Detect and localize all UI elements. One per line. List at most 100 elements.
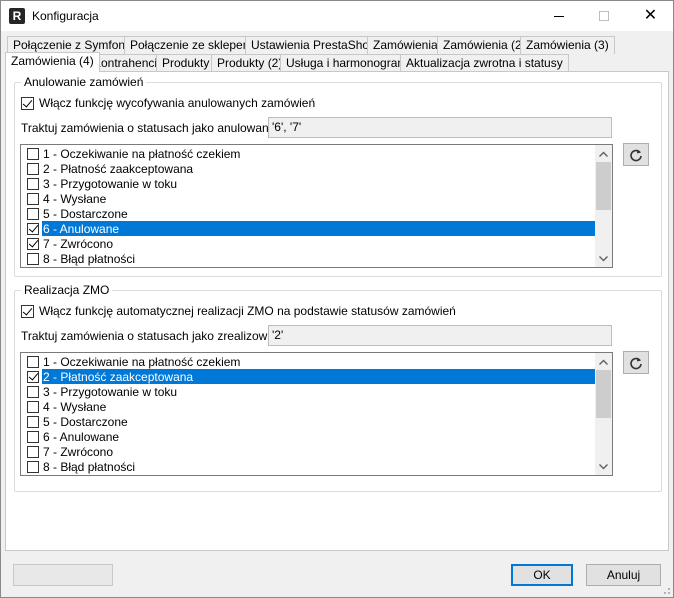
list-item[interactable]: 2 - Płatność zaakceptowana [22, 369, 193, 384]
checkbox-icon[interactable] [27, 400, 39, 413]
cancel-enable-label: Włącz funkcję wycofywania anulowanych za… [39, 96, 316, 110]
checkbox-icon[interactable] [27, 162, 39, 175]
list-item[interactable]: 8 - Błąd płatności [22, 459, 135, 474]
list-item-label: 3 - Przygotowanie w toku [43, 384, 178, 399]
maximize-button[interactable] [581, 1, 626, 31]
checkbox-checked-icon[interactable] [27, 222, 39, 235]
checkbox-icon[interactable] [27, 207, 39, 220]
zmo-enable-checkbox[interactable]: Włącz funkcję automatycznej realizacji Z… [21, 304, 456, 318]
checkbox-checked-icon[interactable] [27, 237, 39, 250]
list-item[interactable]: 6 - Anulowane [22, 221, 119, 236]
selection-highlight [42, 221, 595, 236]
checkbox-icon[interactable] [27, 192, 39, 205]
list-scrollbar[interactable] [595, 145, 612, 267]
minimize-button[interactable] [536, 1, 581, 31]
refresh-icon [630, 357, 642, 369]
list-item[interactable]: 1 - Oczekiwanie na płatność czekiem [22, 146, 240, 161]
cancel-orders-group: Anulowanie zamówień Włącz funkcję wycofy… [14, 75, 662, 277]
title-bar[interactable]: R Konfiguracja ✕ [1, 1, 673, 31]
checkbox-icon[interactable] [27, 460, 39, 473]
list-item[interactable]: 2 - Płatność zaakceptowana [22, 161, 193, 176]
list-item[interactable]: 6 - Anulowane [22, 429, 119, 444]
tab-produkty-2[interactable]: Produkty (2) [211, 54, 289, 72]
list-item[interactable]: 8 - Błąd płatności [22, 251, 135, 266]
checkbox-icon[interactable] [27, 415, 39, 428]
tab-polaczenie-sklep[interactable]: Połączenie ze sklepem [124, 36, 259, 54]
list-item[interactable]: 4 - Wysłane [22, 191, 106, 206]
list-item[interactable]: 5 - Dostarczone [22, 206, 128, 221]
list-item-label: 3 - Przygotowanie w toku [43, 176, 178, 191]
checkbox-icon[interactable] [27, 385, 39, 398]
checkbox-icon[interactable] [27, 252, 39, 265]
checkbox-checked-icon [21, 304, 34, 318]
list-item[interactable]: 5 - Dostarczone [22, 414, 128, 429]
list-item-label: 1 - Oczekiwanie na płatność czekiem [43, 354, 241, 369]
cancel-refresh-button[interactable] [623, 143, 649, 166]
close-button[interactable]: ✕ [628, 1, 673, 31]
resize-grip-icon[interactable] [661, 585, 671, 595]
tab-panel: Anulowanie zamówień Włącz funkcję wycofy… [5, 71, 669, 551]
refresh-icon [630, 149, 642, 161]
list-item-label: 7 - Zwrócono [43, 236, 114, 251]
zmo-status-list[interactable]: 1 - Oczekiwanie na płatność czekiem 2 - … [20, 352, 613, 476]
disabled-button [13, 564, 113, 586]
list-item-label: 5 - Dostarczone [43, 414, 128, 429]
list-item-label: 4 - Wysłane [43, 191, 107, 206]
cancel-button[interactable]: Anuluj [586, 564, 661, 586]
cancel-statuses-field[interactable]: '6', '7' [268, 117, 612, 138]
zmo-refresh-button[interactable] [623, 351, 649, 374]
minimize-icon [553, 15, 564, 17]
list-item[interactable]: 4 - Wysłane [22, 399, 106, 414]
list-item-label: 7 - Zwrócono [43, 444, 114, 459]
tab-aktualizacja-zwrotna[interactable]: Aktualizacja zwrotna i statusy [400, 54, 569, 72]
checkbox-checked-icon[interactable] [27, 370, 39, 383]
scroll-up-icon[interactable] [595, 145, 612, 162]
ok-button[interactable]: OK [511, 564, 573, 586]
list-item-label: 8 - Błąd płatności [43, 251, 136, 266]
cancel-status-list[interactable]: 1 - Oczekiwanie na płatność czekiem 2 - … [20, 144, 613, 268]
tab-produkty[interactable]: Produkty [156, 54, 216, 72]
config-window: R Konfiguracja ✕ Połączenie z Symfonią P… [0, 0, 674, 598]
list-item[interactable]: 7 - Zwrócono [22, 444, 113, 459]
cancel-statuses-label: Traktuj zamówienia o statusach jako anul… [21, 121, 279, 135]
checkbox-icon[interactable] [27, 430, 39, 443]
zmo-group: Realizacja ZMO Włącz funkcję automatyczn… [14, 283, 662, 492]
maximize-icon [598, 11, 609, 21]
checkbox-icon[interactable] [27, 355, 39, 368]
list-item-label: 2 - Płatność zaakceptowana [43, 369, 194, 384]
list-item-label: 5 - Dostarczone [43, 206, 128, 221]
cancel-enable-checkbox[interactable]: Włącz funkcję wycofywania anulowanych za… [21, 96, 315, 110]
list-item-label: 1 - Oczekiwanie na płatność czekiem [43, 146, 241, 161]
cancel-group-title: Anulowanie zamówień [21, 75, 147, 89]
tab-zamowienia-4[interactable]: Zamówienia (4) [5, 52, 100, 72]
tab-zamowienia-2[interactable]: Zamówienia (2) [437, 36, 532, 54]
close-icon: ✕ [643, 7, 658, 24]
list-item-label: 8 - Błąd płatności [43, 459, 136, 474]
tab-zamowienia-3[interactable]: Zamówienia (3) [520, 36, 615, 54]
checkbox-icon[interactable] [27, 177, 39, 190]
checkbox-icon[interactable] [27, 445, 39, 458]
app-logo-icon: R [9, 8, 25, 24]
list-item[interactable]: 7 - Zwrócono [22, 236, 113, 251]
list-item-label: 6 - Anulowane [43, 429, 120, 444]
list-item[interactable]: 1 - Oczekiwanie na płatność czekiem [22, 354, 240, 369]
list-scrollbar[interactable] [595, 353, 612, 475]
scroll-down-icon[interactable] [595, 458, 612, 475]
list-item-label: 6 - Anulowane [43, 221, 120, 236]
tab-ustawienia-prestashop[interactable]: Ustawienia PrestaShop [245, 36, 382, 54]
zmo-enable-label: Włącz funkcję automatycznej realizacji Z… [39, 304, 456, 318]
scroll-down-icon[interactable] [595, 250, 612, 267]
tab-usluga-harmonogram[interactable]: Usługa i harmonogram [280, 54, 414, 72]
scroll-thumb[interactable] [596, 162, 611, 210]
list-item[interactable]: 3 - Przygotowanie w toku [22, 384, 177, 399]
list-item-label: 2 - Płatność zaakceptowana [43, 161, 194, 176]
scroll-up-icon[interactable] [595, 353, 612, 370]
tab-zamowienia[interactable]: Zamówienia [367, 36, 444, 54]
zmo-statuses-field[interactable]: '2' [268, 325, 612, 346]
window-title: Konfiguracja [32, 9, 99, 23]
scroll-thumb[interactable] [596, 370, 611, 418]
checkbox-icon[interactable] [27, 147, 39, 160]
zmo-statuses-label: Traktuj zamówienia o statusach jako zrea… [21, 329, 291, 343]
list-item[interactable]: 3 - Przygotowanie w toku [22, 176, 177, 191]
list-item-label: 4 - Wysłane [43, 399, 107, 414]
